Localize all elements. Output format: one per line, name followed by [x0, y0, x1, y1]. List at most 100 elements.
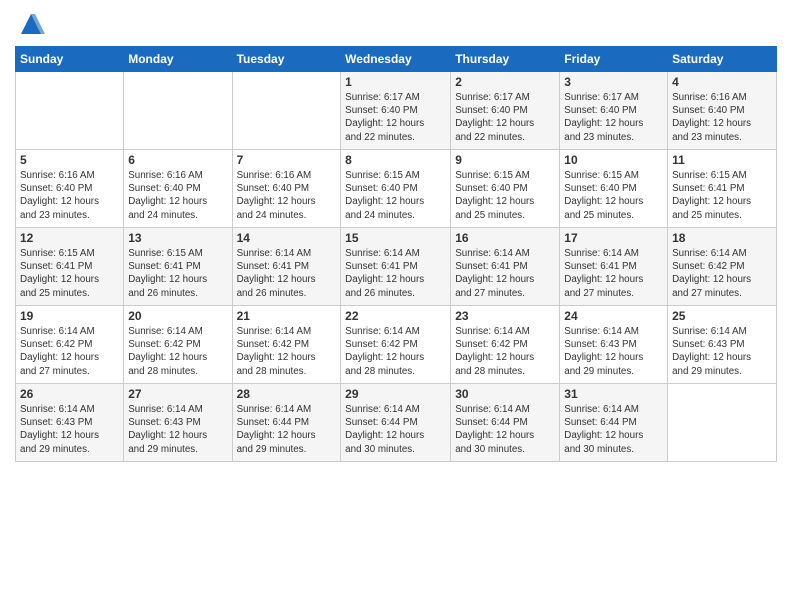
page: SundayMondayTuesdayWednesdayThursdayFrid…: [0, 0, 792, 612]
calendar-cell: 4 Sunrise: 6:16 AM Sunset: 6:40 PM Daylig…: [668, 72, 777, 150]
calendar-cell: 1 Sunrise: 6:17 AM Sunset: 6:40 PM Daylig…: [341, 72, 451, 150]
week-row-4: 19 Sunrise: 6:14 AM Sunset: 6:42 PM Dayli…: [16, 306, 777, 384]
day-number: 11: [672, 153, 772, 167]
day-info: Sunrise: 6:14 AM Sunset: 6:44 PM Dayligh…: [237, 403, 337, 456]
day-info: Sunrise: 6:14 AM Sunset: 6:42 PM Dayligh…: [345, 325, 446, 378]
calendar-cell: 21Sunrise: 6:14 AM Sunset: 6:42 PM Dayli…: [232, 306, 341, 384]
day-number: 14: [237, 231, 337, 245]
calendar-cell: 16Sunrise: 6:14 AM Sunset: 6:41 PM Dayli…: [451, 228, 560, 306]
day-number: 9: [455, 153, 555, 167]
calendar-cell: [16, 72, 124, 150]
day-info: Sunrise: 6:17 AM Sunset: 6:40 PM Dayligh…: [345, 91, 446, 144]
day-number: 3: [564, 75, 663, 89]
weekday-tuesday: Tuesday: [232, 47, 341, 72]
calendar-cell: 13 Sunrise: 6:15 AM Sunset: 6:41 PM Dayli…: [124, 228, 232, 306]
calendar-cell: 10 Sunrise: 6:15 AM Sunset: 6:40 PM Dayli…: [560, 150, 668, 228]
day-number: 29: [345, 387, 446, 401]
calendar-cell: 28 Sunrise: 6:14 AM Sunset: 6:44 PM Dayli…: [232, 384, 341, 462]
day-number: 24: [564, 309, 663, 323]
day-info: Sunrise: 6:15 AM Sunset: 6:41 PM Dayligh…: [20, 247, 119, 300]
day-number: 22: [345, 309, 446, 323]
day-info: Sunrise: 6:14 AM Sunset: 6:42 PM Dayligh…: [20, 325, 119, 378]
calendar-cell: 8 Sunrise: 6:15 AM Sunset: 6:40 PM Daylig…: [341, 150, 451, 228]
day-number: 13: [128, 231, 227, 245]
day-info: Sunrise: 6:14 AM Sunset: 6:42 PM Dayligh…: [672, 247, 772, 300]
day-info: Sunrise: 6:15 AM Sunset: 6:40 PM Dayligh…: [345, 169, 446, 222]
day-number: 5: [20, 153, 119, 167]
day-number: 18: [672, 231, 772, 245]
day-info: Sunrise: 6:16 AM Sunset: 6:40 PM Dayligh…: [237, 169, 337, 222]
calendar-cell: 25 Sunrise: 6:14 AM Sunset: 6:43 PM Dayli…: [668, 306, 777, 384]
day-number: 19: [20, 309, 119, 323]
calendar-cell: 30Sunrise: 6:14 AM Sunset: 6:44 PM Dayli…: [451, 384, 560, 462]
weekday-friday: Friday: [560, 47, 668, 72]
week-row-5: 26 Sunrise: 6:14 AM Sunset: 6:43 PM Dayli…: [16, 384, 777, 462]
day-info: Sunrise: 6:14 AM Sunset: 6:43 PM Dayligh…: [20, 403, 119, 456]
day-info: Sunrise: 6:16 AM Sunset: 6:40 PM Dayligh…: [128, 169, 227, 222]
calendar-cell: 15 Sunrise: 6:14 AM Sunset: 6:41 PM Dayli…: [341, 228, 451, 306]
calendar-cell: [668, 384, 777, 462]
logo: [15, 10, 45, 38]
day-info: Sunrise: 6:16 AM Sunset: 6:40 PM Dayligh…: [672, 91, 772, 144]
calendar-cell: [124, 72, 232, 150]
day-number: 23: [455, 309, 555, 323]
weekday-wednesday: Wednesday: [341, 47, 451, 72]
day-info: Sunrise: 6:15 AM Sunset: 6:41 PM Dayligh…: [672, 169, 772, 222]
day-number: 8: [345, 153, 446, 167]
calendar-cell: 27 Sunrise: 6:14 AM Sunset: 6:43 PM Dayli…: [124, 384, 232, 462]
calendar-cell: 17 Sunrise: 6:14 AM Sunset: 6:41 PM Dayli…: [560, 228, 668, 306]
day-number: 25: [672, 309, 772, 323]
week-row-2: 5 Sunrise: 6:16 AM Sunset: 6:40 PM Daylig…: [16, 150, 777, 228]
week-row-3: 12 Sunrise: 6:15 AM Sunset: 6:41 PM Dayli…: [16, 228, 777, 306]
day-info: Sunrise: 6:14 AM Sunset: 6:43 PM Dayligh…: [564, 325, 663, 378]
day-info: Sunrise: 6:15 AM Sunset: 6:40 PM Dayligh…: [564, 169, 663, 222]
day-number: 15: [345, 231, 446, 245]
day-info: Sunrise: 6:15 AM Sunset: 6:41 PM Dayligh…: [128, 247, 227, 300]
day-info: Sunrise: 6:14 AM Sunset: 6:44 PM Dayligh…: [455, 403, 555, 456]
day-info: Sunrise: 6:14 AM Sunset: 6:44 PM Dayligh…: [564, 403, 663, 456]
calendar-cell: 6 Sunrise: 6:16 AM Sunset: 6:40 PM Daylig…: [124, 150, 232, 228]
weekday-thursday: Thursday: [451, 47, 560, 72]
weekday-sunday: Sunday: [16, 47, 124, 72]
calendar-cell: 3Sunrise: 6:17 AM Sunset: 6:40 PM Daylig…: [560, 72, 668, 150]
day-info: Sunrise: 6:14 AM Sunset: 6:42 PM Dayligh…: [128, 325, 227, 378]
day-info: Sunrise: 6:14 AM Sunset: 6:44 PM Dayligh…: [345, 403, 446, 456]
weekday-header-row: SundayMondayTuesdayWednesdayThursdayFrid…: [16, 47, 777, 72]
day-number: 21: [237, 309, 337, 323]
day-info: Sunrise: 6:14 AM Sunset: 6:41 PM Dayligh…: [345, 247, 446, 300]
calendar-cell: 9Sunrise: 6:15 AM Sunset: 6:40 PM Daylig…: [451, 150, 560, 228]
day-number: 2: [455, 75, 555, 89]
calendar-cell: 5Sunrise: 6:16 AM Sunset: 6:40 PM Daylig…: [16, 150, 124, 228]
day-number: 10: [564, 153, 663, 167]
calendar-body: 1 Sunrise: 6:17 AM Sunset: 6:40 PM Daylig…: [16, 72, 777, 462]
day-number: 27: [128, 387, 227, 401]
day-info: Sunrise: 6:14 AM Sunset: 6:41 PM Dayligh…: [237, 247, 337, 300]
day-number: 4: [672, 75, 772, 89]
day-info: Sunrise: 6:17 AM Sunset: 6:40 PM Dayligh…: [455, 91, 555, 144]
calendar-cell: 12 Sunrise: 6:15 AM Sunset: 6:41 PM Dayli…: [16, 228, 124, 306]
calendar-cell: 14 Sunrise: 6:14 AM Sunset: 6:41 PM Dayli…: [232, 228, 341, 306]
day-number: 31: [564, 387, 663, 401]
calendar-cell: 20Sunrise: 6:14 AM Sunset: 6:42 PM Dayli…: [124, 306, 232, 384]
day-number: 28: [237, 387, 337, 401]
day-info: Sunrise: 6:14 AM Sunset: 6:43 PM Dayligh…: [128, 403, 227, 456]
weekday-saturday: Saturday: [668, 47, 777, 72]
day-info: Sunrise: 6:14 AM Sunset: 6:42 PM Dayligh…: [455, 325, 555, 378]
calendar-cell: 23 Sunrise: 6:14 AM Sunset: 6:42 PM Dayli…: [451, 306, 560, 384]
calendar-header: SundayMondayTuesdayWednesdayThursdayFrid…: [16, 47, 777, 72]
day-number: 12: [20, 231, 119, 245]
day-number: 6: [128, 153, 227, 167]
header: [15, 10, 777, 38]
day-number: 26: [20, 387, 119, 401]
calendar-cell: 26 Sunrise: 6:14 AM Sunset: 6:43 PM Dayli…: [16, 384, 124, 462]
calendar: SundayMondayTuesdayWednesdayThursdayFrid…: [15, 46, 777, 462]
calendar-cell: 7Sunrise: 6:16 AM Sunset: 6:40 PM Daylig…: [232, 150, 341, 228]
day-number: 17: [564, 231, 663, 245]
weekday-monday: Monday: [124, 47, 232, 72]
day-info: Sunrise: 6:14 AM Sunset: 6:41 PM Dayligh…: [564, 247, 663, 300]
day-number: 1: [345, 75, 446, 89]
day-info: Sunrise: 6:14 AM Sunset: 6:43 PM Dayligh…: [672, 325, 772, 378]
day-info: Sunrise: 6:14 AM Sunset: 6:41 PM Dayligh…: [455, 247, 555, 300]
calendar-cell: 29 Sunrise: 6:14 AM Sunset: 6:44 PM Dayli…: [341, 384, 451, 462]
calendar-cell: 19 Sunrise: 6:14 AM Sunset: 6:42 PM Dayli…: [16, 306, 124, 384]
